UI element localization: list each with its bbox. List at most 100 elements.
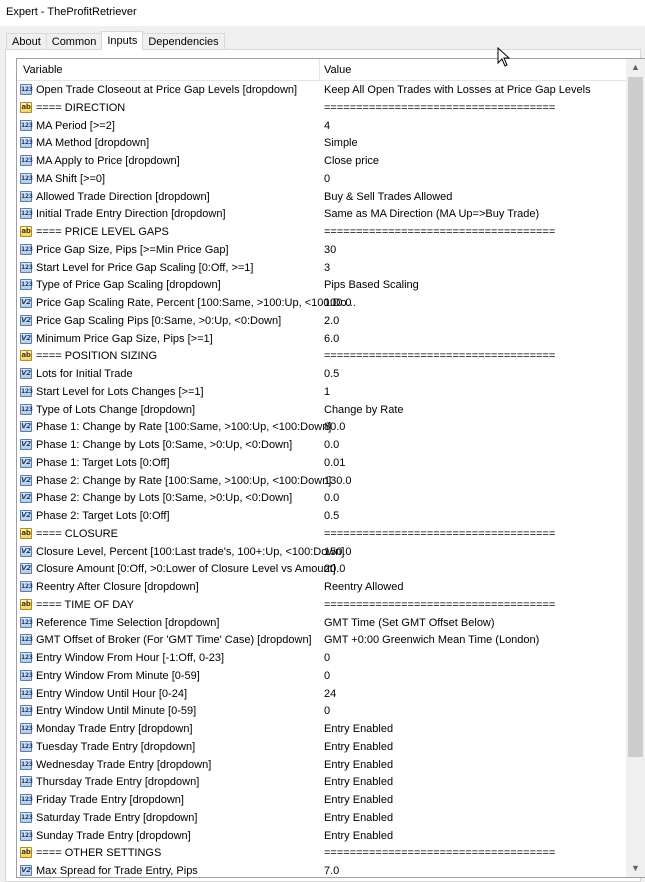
input-row[interactable]: 123 Start Level for Lots Changes [>=1] 1 — [17, 383, 626, 401]
variable-value[interactable]: 130.0 — [324, 475, 352, 487]
input-row[interactable]: V2 Lots for Initial Trade 0.5 — [17, 365, 626, 383]
scroll-thumb[interactable] — [628, 77, 643, 757]
input-row[interactable]: 123 MA Apply to Price [dropdown] Close pri… — [17, 152, 626, 170]
input-row[interactable]: 123 Monday Trade Entry [dropdown] Entry En… — [17, 720, 626, 738]
scroll-up-icon[interactable]: ▲ — [626, 59, 645, 76]
variable-value[interactable]: 0 — [324, 705, 330, 717]
variable-value[interactable]: Entry Enabled — [324, 812, 393, 824]
input-row[interactable]: V2 Price Gap Scaling Pips [0:Same, >0:Up,… — [17, 312, 626, 330]
input-row[interactable]: 123 MA Shift [>=0] 0 — [17, 170, 626, 188]
variable-value[interactable]: Reentry Allowed — [324, 581, 404, 593]
tab-about[interactable]: About — [6, 33, 47, 50]
input-row[interactable]: 123 Type of Lots Change [dropdown] Change … — [17, 401, 626, 419]
input-row[interactable]: 123 Price Gap Size, Pips [>=Min Price Gap… — [17, 241, 626, 259]
input-row[interactable]: ab ==== TIME OF DAY ======================… — [17, 596, 626, 614]
variable-value[interactable]: Entry Enabled — [324, 723, 393, 735]
variable-value[interactable]: 0 — [324, 173, 330, 185]
variable-value[interactable]: 0.01 — [324, 457, 345, 469]
variable-value[interactable]: 150.0 — [324, 546, 352, 558]
input-row[interactable]: 123 Initial Trade Entry Direction [dropdo… — [17, 205, 626, 223]
input-row[interactable]: ab ==== OTHER SETTINGS ===================… — [17, 844, 626, 862]
variable-value[interactable]: Entry Enabled — [324, 794, 393, 806]
input-row[interactable]: 123 MA Method [dropdown] Simple — [17, 134, 626, 152]
tab-dependencies[interactable]: Dependencies — [142, 33, 225, 50]
variable-value[interactable]: 0 — [324, 670, 330, 682]
column-header-variable[interactable]: Variable — [23, 64, 63, 76]
column-header-value[interactable]: Value — [324, 64, 351, 76]
variable-value[interactable]: ==================================== — [324, 102, 555, 114]
variable-value[interactable]: Entry Enabled — [324, 741, 393, 753]
input-row[interactable]: 123 MA Period [>=2] 4 — [17, 117, 626, 135]
input-row[interactable]: V2 Closure Level, Percent [100:Last trade… — [17, 543, 626, 561]
input-row[interactable]: 123 Entry Window From Minute [0-59] 0 — [17, 667, 626, 685]
input-row[interactable]: V2 Phase 2: Change by Lots [0:Same, >0:Up… — [17, 489, 626, 507]
variable-value[interactable]: 0.5 — [324, 368, 339, 380]
variable-value[interactable]: GMT +0:00 Greenwich Mean Time (London) — [324, 634, 539, 646]
input-row[interactable]: 123 Reentry After Closure [dropdown] Reent… — [17, 578, 626, 596]
variable-value[interactable]: Same as MA Direction (MA Up=>Buy Trade) — [324, 208, 539, 220]
input-row[interactable]: V2 Minimum Price Gap Size, Pips [>=1] 6.0 — [17, 330, 626, 348]
variable-value[interactable]: Buy & Sell Trades Allowed — [324, 191, 452, 203]
input-row[interactable]: V2 Phase 1: Target Lots [0:Off] 0.01 — [17, 454, 626, 472]
column-divider[interactable] — [319, 59, 320, 81]
variable-value[interactable]: Close price — [324, 155, 379, 167]
variable-value[interactable]: Entry Enabled — [324, 776, 393, 788]
variable-value[interactable]: 1 — [324, 386, 330, 398]
variable-value[interactable]: Simple — [324, 137, 358, 149]
input-row[interactable]: 123 Entry Window Until Hour [0-24] 24 — [17, 685, 626, 703]
variable-value[interactable]: ==================================== — [324, 226, 555, 238]
variable-value[interactable]: GMT Time (Set GMT Offset Below) — [324, 617, 495, 629]
variable-value[interactable]: Entry Enabled — [324, 759, 393, 771]
input-row[interactable]: 123 Type of Price Gap Scaling [dropdown] P… — [17, 276, 626, 294]
input-row[interactable]: V2 Phase 2: Target Lots [0:Off] 0.5 — [17, 507, 626, 525]
input-row[interactable]: 123 Thursday Trade Entry [dropdown] Entry … — [17, 773, 626, 791]
variable-value[interactable]: ==================================== — [324, 847, 555, 859]
variable-value[interactable]: 0.0 — [324, 439, 339, 451]
input-row[interactable]: V2 Phase 1: Change by Rate [100:Same, >10… — [17, 418, 626, 436]
input-row[interactable]: 123 Wednesday Trade Entry [dropdown] Entry… — [17, 756, 626, 774]
variable-value[interactable]: 0 — [324, 652, 330, 664]
input-row[interactable]: ab ==== PRICE LEVEL GAPS =================… — [17, 223, 626, 241]
input-row[interactable]: 123 Friday Trade Entry [dropdown] Entry En… — [17, 791, 626, 809]
vertical-scrollbar[interactable]: ▲ ▼ — [626, 59, 645, 877]
input-row[interactable]: V2 Max Spread for Trade Entry, Pips 7.0 — [17, 862, 626, 877]
variable-value[interactable]: 3 — [324, 262, 330, 274]
input-row[interactable]: V2 Price Gap Scaling Rate, Percent [100:S… — [17, 294, 626, 312]
input-row[interactable]: V2 Phase 1: Change by Lots [0:Same, >0:Up… — [17, 436, 626, 454]
input-row[interactable]: 123 Allowed Trade Direction [dropdown] Buy… — [17, 188, 626, 206]
scroll-down-icon[interactable]: ▼ — [626, 860, 645, 877]
variable-value[interactable]: Change by Rate — [324, 404, 404, 416]
variable-value[interactable]: 0.5 — [324, 510, 339, 522]
tab-inputs[interactable]: Inputs — [101, 31, 144, 50]
variable-value[interactable]: ==================================== — [324, 599, 555, 611]
input-row[interactable]: ab ==== DIRECTION ========================… — [17, 99, 626, 117]
variable-value[interactable]: 24 — [324, 688, 336, 700]
input-row[interactable]: ab ==== POSITION SIZING ==================… — [17, 347, 626, 365]
variable-value[interactable]: 4 — [324, 120, 330, 132]
tab-common[interactable]: Common — [45, 33, 103, 50]
variable-value[interactable]: Entry Enabled — [324, 830, 393, 842]
variable-value[interactable]: ==================================== — [324, 528, 555, 540]
input-row[interactable]: 123 Open Trade Closeout at Price Gap Leve… — [17, 81, 626, 99]
variable-value[interactable]: 100.0 — [324, 297, 352, 309]
variable-value[interactable]: 20.0 — [324, 563, 345, 575]
variable-value[interactable]: Pips Based Scaling — [324, 279, 419, 291]
variable-value[interactable]: Keep All Open Trades with Losses at Pric… — [324, 84, 591, 96]
variable-value[interactable]: 7.0 — [324, 865, 339, 877]
variable-value[interactable]: 6.0 — [324, 333, 339, 345]
input-row[interactable]: V2 Phase 2: Change by Rate [100:Same, >10… — [17, 472, 626, 490]
input-row[interactable]: 123 Tuesday Trade Entry [dropdown] Entry E… — [17, 738, 626, 756]
variable-value[interactable]: 30 — [324, 244, 336, 256]
variable-value[interactable]: 2.0 — [324, 315, 339, 327]
input-row[interactable]: 123 Entry Window From Hour [-1:Off, 0-23]… — [17, 649, 626, 667]
input-row[interactable]: 123 Saturday Trade Entry [dropdown] Entry … — [17, 809, 626, 827]
input-row[interactable]: 123 Reference Time Selection [dropdown] GM… — [17, 614, 626, 632]
input-row[interactable]: 123 Start Level for Price Gap Scaling [0:… — [17, 259, 626, 277]
input-row[interactable]: 123 GMT Offset of Broker (For 'GMT Time' … — [17, 631, 626, 649]
variable-value[interactable]: 0.0 — [324, 492, 339, 504]
variable-value[interactable]: 80.0 — [324, 421, 345, 433]
input-row[interactable]: ab ==== CLOSURE ==========================… — [17, 525, 626, 543]
variable-value[interactable]: ==================================== — [324, 350, 555, 362]
input-row[interactable]: V2 Closure Amount [0:Off, >0:Lower of Clo… — [17, 560, 626, 578]
input-row[interactable]: 123 Sunday Trade Entry [dropdown] Entry En… — [17, 827, 626, 845]
